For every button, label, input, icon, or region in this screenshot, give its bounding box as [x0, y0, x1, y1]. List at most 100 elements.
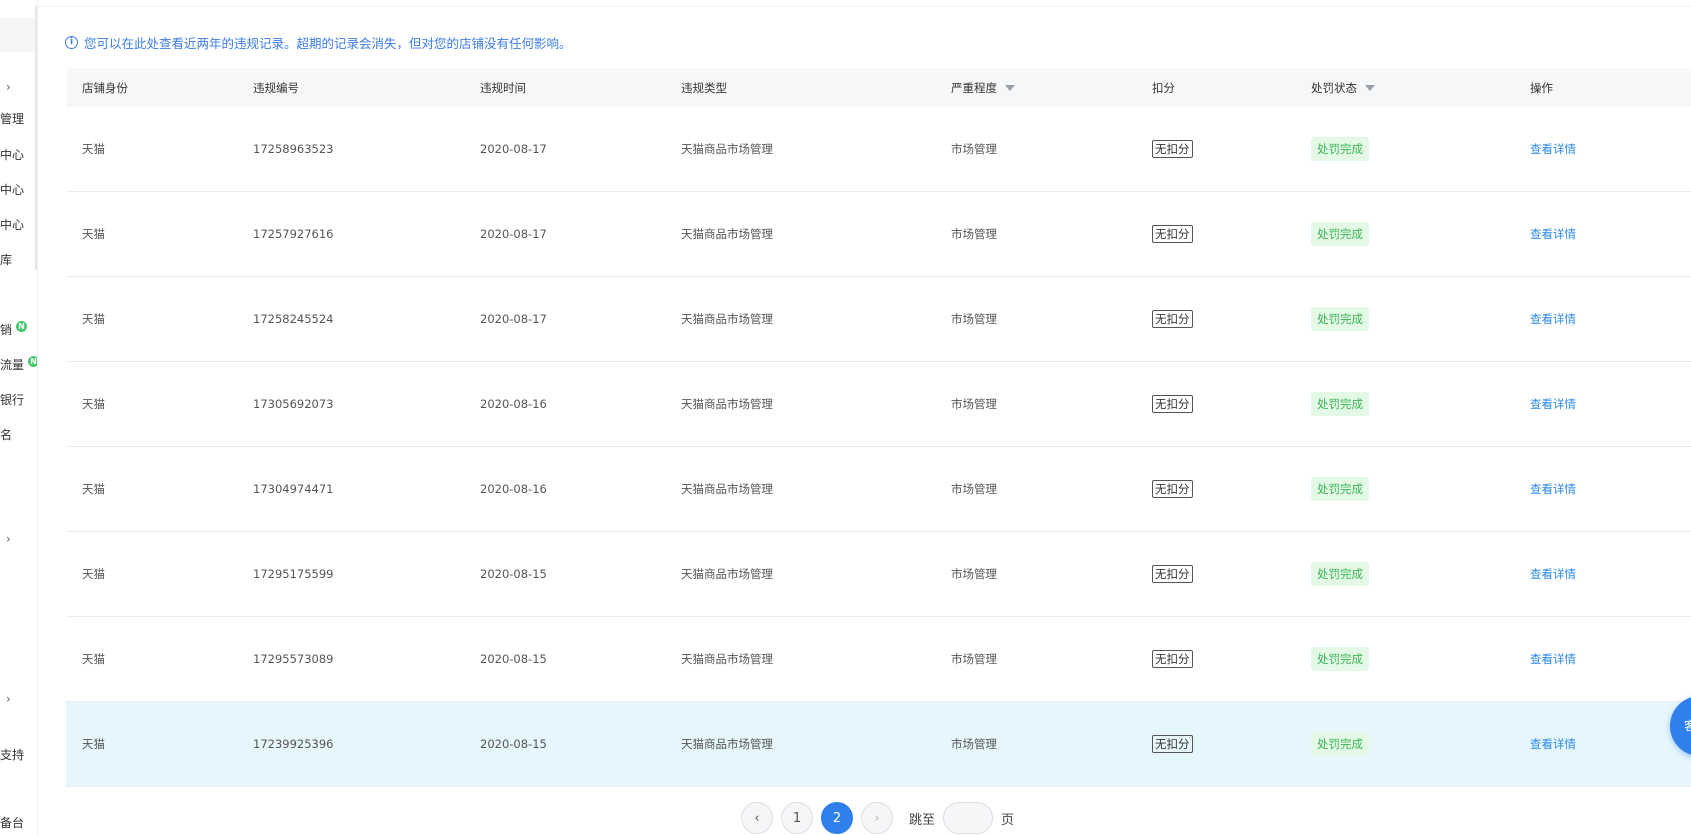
- cell-violation-time: 2020-08-17: [480, 142, 547, 156]
- view-details-link[interactable]: 查看详情: [1530, 737, 1576, 751]
- cell-violation-time: 2020-08-17: [480, 227, 547, 241]
- cell-action: 查看详情: [1514, 481, 1691, 497]
- notice-text: 您可以在此处查看近两年的违规记录。超期的记录会消失，但对您的店铺没有任何影响。: [84, 36, 572, 51]
- sidebar-item-label: 中心: [0, 183, 25, 197]
- cell-severity: 市场管理: [951, 227, 997, 241]
- jump-page-input[interactable]: [943, 802, 994, 834]
- cell-shop: 天猫: [82, 312, 105, 326]
- cell-shop: 天猫: [82, 737, 105, 751]
- cell-violation-type: 天猫商品市场管理: [681, 312, 773, 326]
- cell-status: 处罚完成: [1295, 647, 1514, 671]
- cell-status: 处罚完成: [1295, 222, 1514, 246]
- header-severity-label: 严重程度: [951, 80, 997, 95]
- status-badge: 处罚完成: [1311, 647, 1369, 671]
- cell-violation-id: 17257927616: [253, 227, 334, 241]
- sidebar-active-item[interactable]: [0, 18, 36, 52]
- prev-page-button[interactable]: ‹: [741, 802, 773, 834]
- table-row: 天猫 17304974471 2020-08-16 天猫商品市场管理 市场管理 无扣分 处罚…: [66, 447, 1691, 532]
- cell-deduction: 无扣分: [1136, 310, 1295, 328]
- cell-severity: 市场管理: [951, 567, 997, 581]
- cell-status: 处罚完成: [1295, 307, 1514, 331]
- view-details-link[interactable]: 查看详情: [1530, 652, 1576, 666]
- deduction-tag: 无扣分: [1152, 225, 1193, 243]
- page-button-1[interactable]: 1: [781, 802, 813, 834]
- header-deduction: 扣分: [1152, 80, 1175, 95]
- sidebar-item-label: 中心: [0, 218, 25, 232]
- cell-violation-type: 天猫商品市场管理: [681, 482, 773, 496]
- status-badge: 处罚完成: [1311, 562, 1369, 586]
- cell-status: 处罚完成: [1295, 392, 1514, 416]
- cell-violation-time: 2020-08-17: [480, 312, 547, 326]
- status-badge: 处罚完成: [1311, 222, 1369, 246]
- filter-icon[interactable]: [1005, 85, 1015, 91]
- cell-violation-time: 2020-08-15: [480, 652, 547, 666]
- chevron-right-icon[interactable]: ›: [6, 80, 11, 94]
- cell-action: 查看详情: [1514, 141, 1691, 157]
- cell-violation-type: 天猫商品市场管理: [681, 737, 773, 751]
- deduction-tag: 无扣分: [1152, 735, 1193, 753]
- notice-banner: i 您可以在此处查看近两年的违规记录。超期的记录会消失，但对您的店铺没有任何影响…: [65, 33, 572, 52]
- table-header: 店铺身份 违规编号 违规时间 违规类型 严重程度 扣分 处罚状态 操作: [66, 68, 1691, 107]
- header-violation-type: 违规类型: [681, 80, 727, 95]
- view-details-link[interactable]: 查看详情: [1530, 567, 1576, 581]
- cell-deduction: 无扣分: [1136, 480, 1295, 498]
- sidebar-item[interactable]: 中心: [0, 181, 24, 198]
- sidebar-item[interactable]: 名: [0, 426, 12, 443]
- filter-icon[interactable]: [1365, 85, 1375, 91]
- status-badge: 处罚完成: [1311, 732, 1369, 756]
- sidebar-item[interactable]: 支持: [0, 746, 24, 763]
- cell-violation-type: 天猫商品市场管理: [681, 397, 773, 411]
- page-numbers: 12: [781, 802, 853, 834]
- cell-severity: 市场管理: [951, 142, 997, 156]
- sidebar-item[interactable]: 流量 N: [0, 356, 37, 373]
- sidebar-item[interactable]: 销N: [0, 321, 28, 338]
- next-page-button[interactable]: ›: [861, 802, 893, 834]
- deduction-tag: 无扣分: [1152, 650, 1193, 668]
- view-details-link[interactable]: 查看详情: [1530, 482, 1576, 496]
- sidebar-item-label: 流量: [0, 358, 25, 372]
- cell-shop: 天猫: [82, 227, 105, 241]
- status-badge: 处罚完成: [1311, 307, 1369, 331]
- header-violation-id: 违规编号: [253, 80, 299, 95]
- page-button-2[interactable]: 2: [821, 802, 853, 834]
- sidebar-item-label: 库: [0, 253, 13, 267]
- view-details-link[interactable]: 查看详情: [1530, 142, 1576, 156]
- chevron-right-icon[interactable]: ›: [6, 532, 11, 546]
- cell-shop: 天猫: [82, 567, 105, 581]
- sidebar-item[interactable]: 备台: [0, 814, 24, 831]
- violation-records-page: › › › 管理 中心 中心 中心库销 N 流量 N 银行名支持 备台 i 您可以在此处查看近两…: [0, 0, 1691, 835]
- cell-violation-time: 2020-08-16: [480, 397, 547, 411]
- sidebar-item[interactable]: 中心: [0, 216, 24, 233]
- cell-violation-time: 2020-08-15: [480, 567, 547, 581]
- chevron-right-icon[interactable]: ›: [6, 692, 11, 706]
- cell-violation-id: 17239925396: [253, 737, 334, 751]
- cell-severity: 市场管理: [951, 482, 997, 496]
- sidebar-item[interactable]: 银行: [0, 391, 24, 408]
- sidebar-item[interactable]: 管理: [0, 110, 24, 127]
- cell-violation-id: 17304974471: [253, 482, 334, 496]
- sidebar-item[interactable]: 中心: [0, 146, 24, 163]
- cell-action: 查看详情: [1514, 396, 1691, 412]
- table-body: 天猫 17258963523 2020-08-17 天猫商品市场管理 市场管理 无扣分 处罚…: [66, 107, 1691, 787]
- sidebar-item-label: 管理: [0, 112, 25, 126]
- cell-violation-id: 17295175599: [253, 567, 334, 581]
- table-row: 天猫 17258245524 2020-08-17 天猫商品市场管理 市场管理 无扣分 处罚…: [66, 277, 1691, 362]
- pagination: ‹ 12 › 跳至 页: [741, 802, 1014, 834]
- cell-deduction: 无扣分: [1136, 650, 1295, 668]
- cell-action: 查看详情: [1514, 311, 1691, 327]
- table-row: 天猫 17295175599 2020-08-15 天猫商品市场管理 市场管理 无扣分 处罚…: [66, 532, 1691, 617]
- cell-deduction: 无扣分: [1136, 565, 1295, 583]
- cell-status: 处罚完成: [1295, 732, 1514, 756]
- cell-deduction: 无扣分: [1136, 225, 1295, 243]
- cell-violation-type: 天猫商品市场管理: [681, 142, 773, 156]
- header-actions: 操作: [1530, 80, 1553, 95]
- cell-shop: 天猫: [82, 482, 105, 496]
- view-details-link[interactable]: 查看详情: [1530, 312, 1576, 326]
- sidebar-item-label: 中心: [0, 148, 25, 162]
- cell-severity: 市场管理: [951, 312, 997, 326]
- sidebar-scrollbar[interactable]: [35, 6, 37, 270]
- view-details-link[interactable]: 查看详情: [1530, 397, 1576, 411]
- view-details-link[interactable]: 查看详情: [1530, 227, 1576, 241]
- sidebar-item-label: 支持: [0, 748, 25, 762]
- sidebar-item[interactable]: 库: [0, 251, 12, 268]
